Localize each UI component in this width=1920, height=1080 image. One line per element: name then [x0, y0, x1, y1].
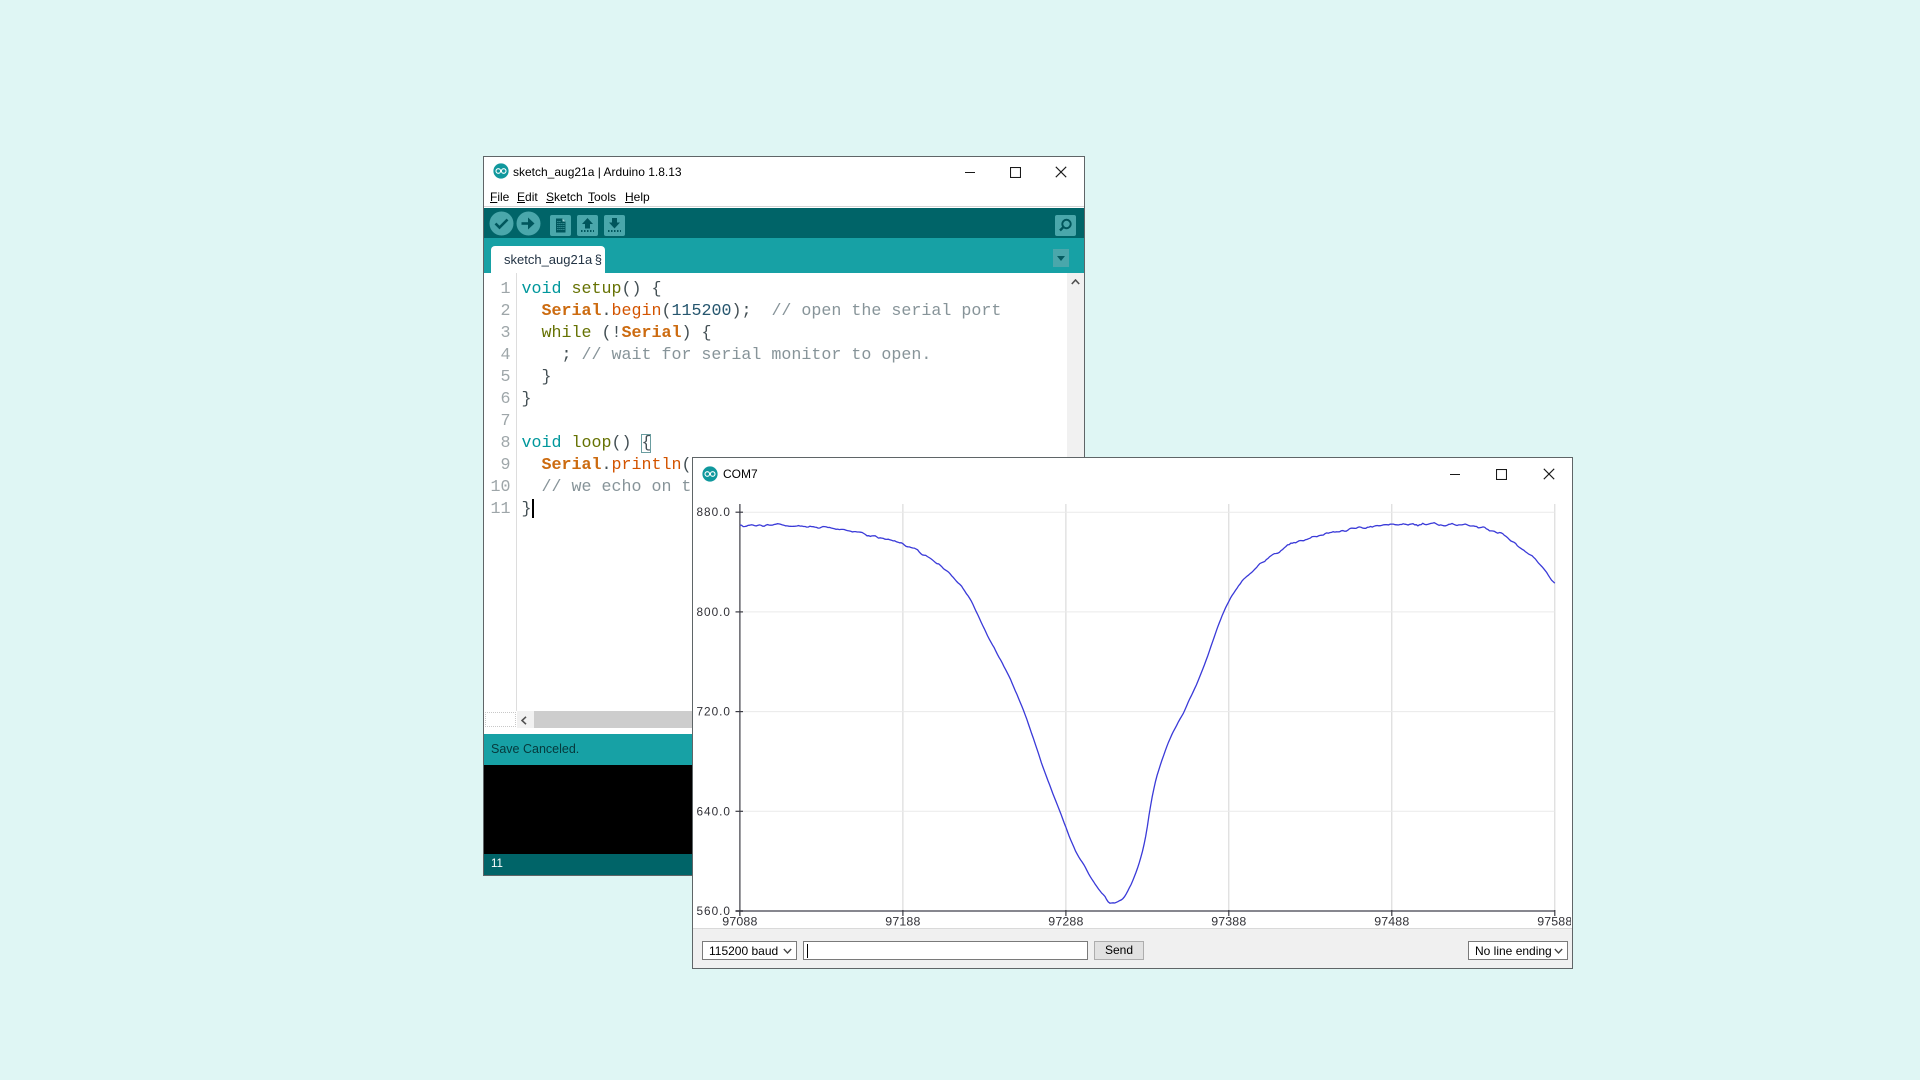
svg-text:97588: 97588 — [1537, 915, 1571, 929]
svg-text:97288: 97288 — [1048, 915, 1083, 929]
svg-text:97088: 97088 — [722, 915, 757, 929]
svg-text:880.0: 880.0 — [696, 505, 731, 519]
svg-text:640.0: 640.0 — [696, 804, 731, 818]
svg-text:97188: 97188 — [885, 915, 920, 929]
svg-text:800.0: 800.0 — [696, 605, 731, 619]
svg-text:720.0: 720.0 — [696, 705, 731, 719]
svg-text:97488: 97488 — [1374, 915, 1409, 929]
svg-text:97388: 97388 — [1211, 915, 1246, 929]
